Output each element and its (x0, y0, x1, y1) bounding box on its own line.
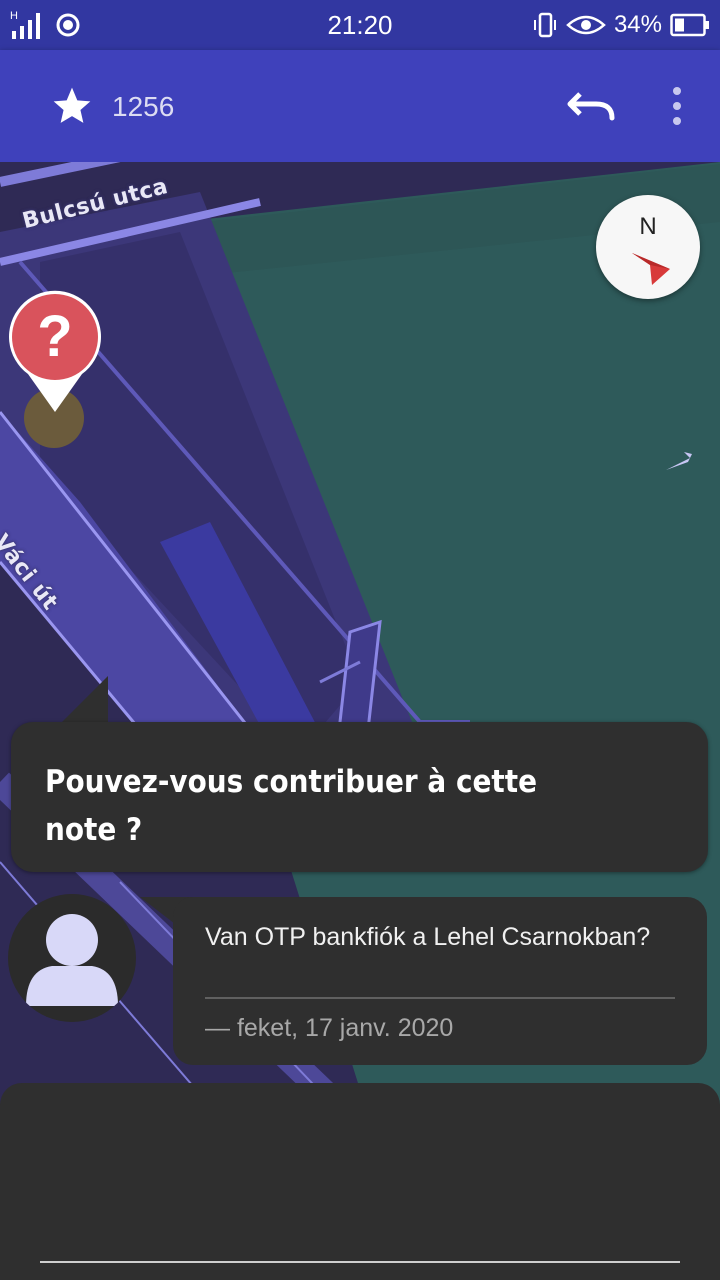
answer-panel (0, 1083, 720, 1280)
battery-percent: 34% (613, 11, 662, 38)
comment-author-date: — feket, 17 janv. 2020 (205, 1014, 454, 1042)
note-marker[interactable]: ? (0, 290, 110, 450)
avatar (8, 894, 136, 1022)
vibrate-icon (533, 12, 556, 38)
comment-divider (205, 997, 675, 999)
eye-icon (566, 15, 606, 35)
star-icon[interactable] (50, 84, 94, 128)
star-count: 1256 (112, 91, 175, 122)
answer-input[interactable] (40, 1261, 680, 1263)
svg-text:?: ? (37, 304, 72, 369)
status-right: 34% (532, 8, 710, 42)
status-bar: H 21:20 34% (0, 0, 720, 50)
compass-arrow-icon (632, 253, 670, 285)
compass-button[interactable]: N (596, 195, 700, 299)
overflow-menu-icon[interactable] (660, 84, 694, 130)
undo-icon[interactable] (566, 86, 618, 126)
bubble-tail (60, 676, 108, 726)
contribute-prompt-bubble: Pouvez-vous contribuer à cette note ? (11, 722, 708, 872)
user-avatar-icon (26, 914, 118, 1006)
app-toolbar: 1256 (0, 50, 720, 162)
battery-icon (670, 13, 709, 37)
note-comment: Van OTP bankfiók a Lehel Csarnokban? — f… (173, 897, 707, 1065)
comment-text: Van OTP bankfiók a Lehel Csarnokban? (205, 923, 651, 951)
contribute-question: Pouvez-vous contribuer à cette note ? (45, 764, 538, 848)
